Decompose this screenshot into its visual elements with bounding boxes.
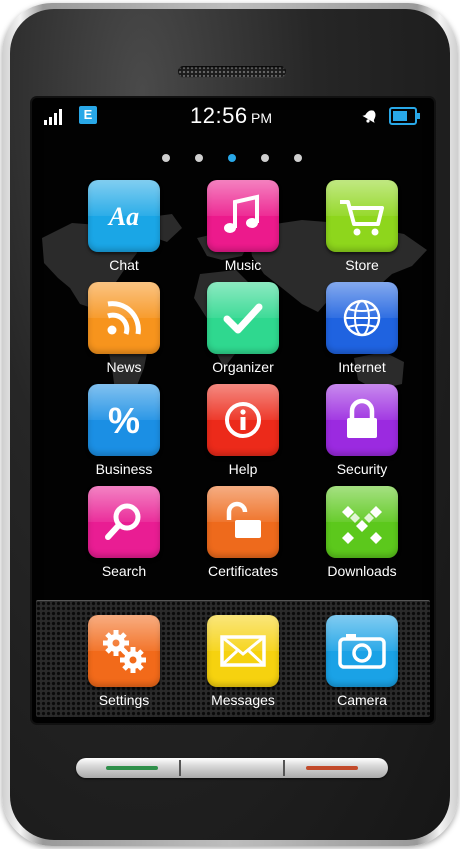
page-dot[interactable] — [195, 154, 203, 162]
svg-text:%: % — [108, 400, 140, 441]
call-key-indicator[interactable] — [106, 766, 158, 770]
app-label: Store — [345, 257, 379, 273]
app-label: Downloads — [327, 563, 397, 579]
percent-icon: % — [88, 384, 160, 456]
page-dot[interactable] — [261, 154, 269, 162]
app-label: Messages — [211, 692, 275, 708]
camera-icon — [326, 615, 398, 687]
gears-icon — [88, 615, 160, 687]
earpiece-speaker — [178, 66, 286, 77]
app-search-button[interactable]: Search — [69, 486, 179, 582]
info-icon — [207, 384, 279, 456]
clock-ampm: PM — [251, 110, 272, 126]
page-indicator[interactable] — [162, 154, 302, 164]
battery-icon — [389, 107, 420, 125]
network-type-badge: E — [79, 106, 97, 124]
app-help-button[interactable]: Help — [188, 384, 298, 480]
app-news-button[interactable]: News — [69, 282, 179, 378]
page-dot[interactable] — [162, 154, 170, 162]
hardware-key-bar[interactable] — [76, 758, 388, 778]
screen: E 12:56 PM Aa Chat Music Store News Organizer… — [32, 98, 434, 723]
key-divider — [179, 760, 181, 776]
app-label: Business — [95, 461, 153, 477]
chat-icon: Aa — [88, 180, 160, 252]
app-certificates-button[interactable]: Certificates — [188, 486, 298, 582]
app-label: Settings — [98, 692, 150, 708]
app-label: Camera — [337, 692, 387, 708]
open-lock-icon — [207, 486, 279, 558]
app-settings-button[interactable]: Settings — [69, 615, 179, 711]
download-icon — [326, 486, 398, 558]
app-chat-button[interactable]: Aa Chat — [69, 180, 179, 276]
envelope-icon — [207, 615, 279, 687]
dock: Settings Messages Camera — [36, 600, 430, 717]
clock-time: 12:56 — [190, 103, 248, 128]
lock-icon — [326, 384, 398, 456]
magnifier-icon — [88, 486, 160, 558]
app-label: Security — [336, 461, 388, 477]
app-label: Help — [228, 461, 258, 477]
app-label: News — [106, 359, 142, 375]
rss-icon — [88, 282, 160, 354]
signal-strength-icon — [44, 109, 66, 125]
globe-icon — [326, 282, 398, 354]
app-messages-button[interactable]: Messages — [188, 615, 298, 711]
shopping-cart-icon — [326, 180, 398, 252]
app-label: Organizer — [212, 359, 274, 375]
checkmark-icon — [207, 282, 279, 354]
app-security-button[interactable]: Security — [307, 384, 417, 480]
key-divider — [283, 760, 285, 776]
app-label: Internet — [338, 359, 386, 375]
page-dot-active[interactable] — [228, 154, 236, 162]
app-organizer-button[interactable]: Organizer — [188, 282, 298, 378]
app-label: Chat — [109, 257, 139, 273]
app-internet-button[interactable]: Internet — [307, 282, 417, 378]
app-music-button[interactable]: Music — [188, 180, 298, 276]
svg-text:Aa: Aa — [107, 202, 139, 231]
phone-body: E 12:56 PM Aa Chat Music Store News Organizer… — [2, 3, 458, 846]
alarm-bell-icon — [362, 110, 376, 123]
app-store-button[interactable]: Store — [307, 180, 417, 276]
app-business-button[interactable]: % Business — [69, 384, 179, 480]
end-key-indicator[interactable] — [306, 766, 358, 770]
app-camera-button[interactable]: Camera — [307, 615, 417, 711]
page-dot[interactable] — [294, 154, 302, 162]
music-note-icon — [207, 180, 279, 252]
app-label: Search — [101, 563, 147, 579]
app-downloads-button[interactable]: Downloads — [307, 486, 417, 582]
app-label: Music — [224, 257, 262, 273]
app-label: Certificates — [207, 563, 279, 579]
